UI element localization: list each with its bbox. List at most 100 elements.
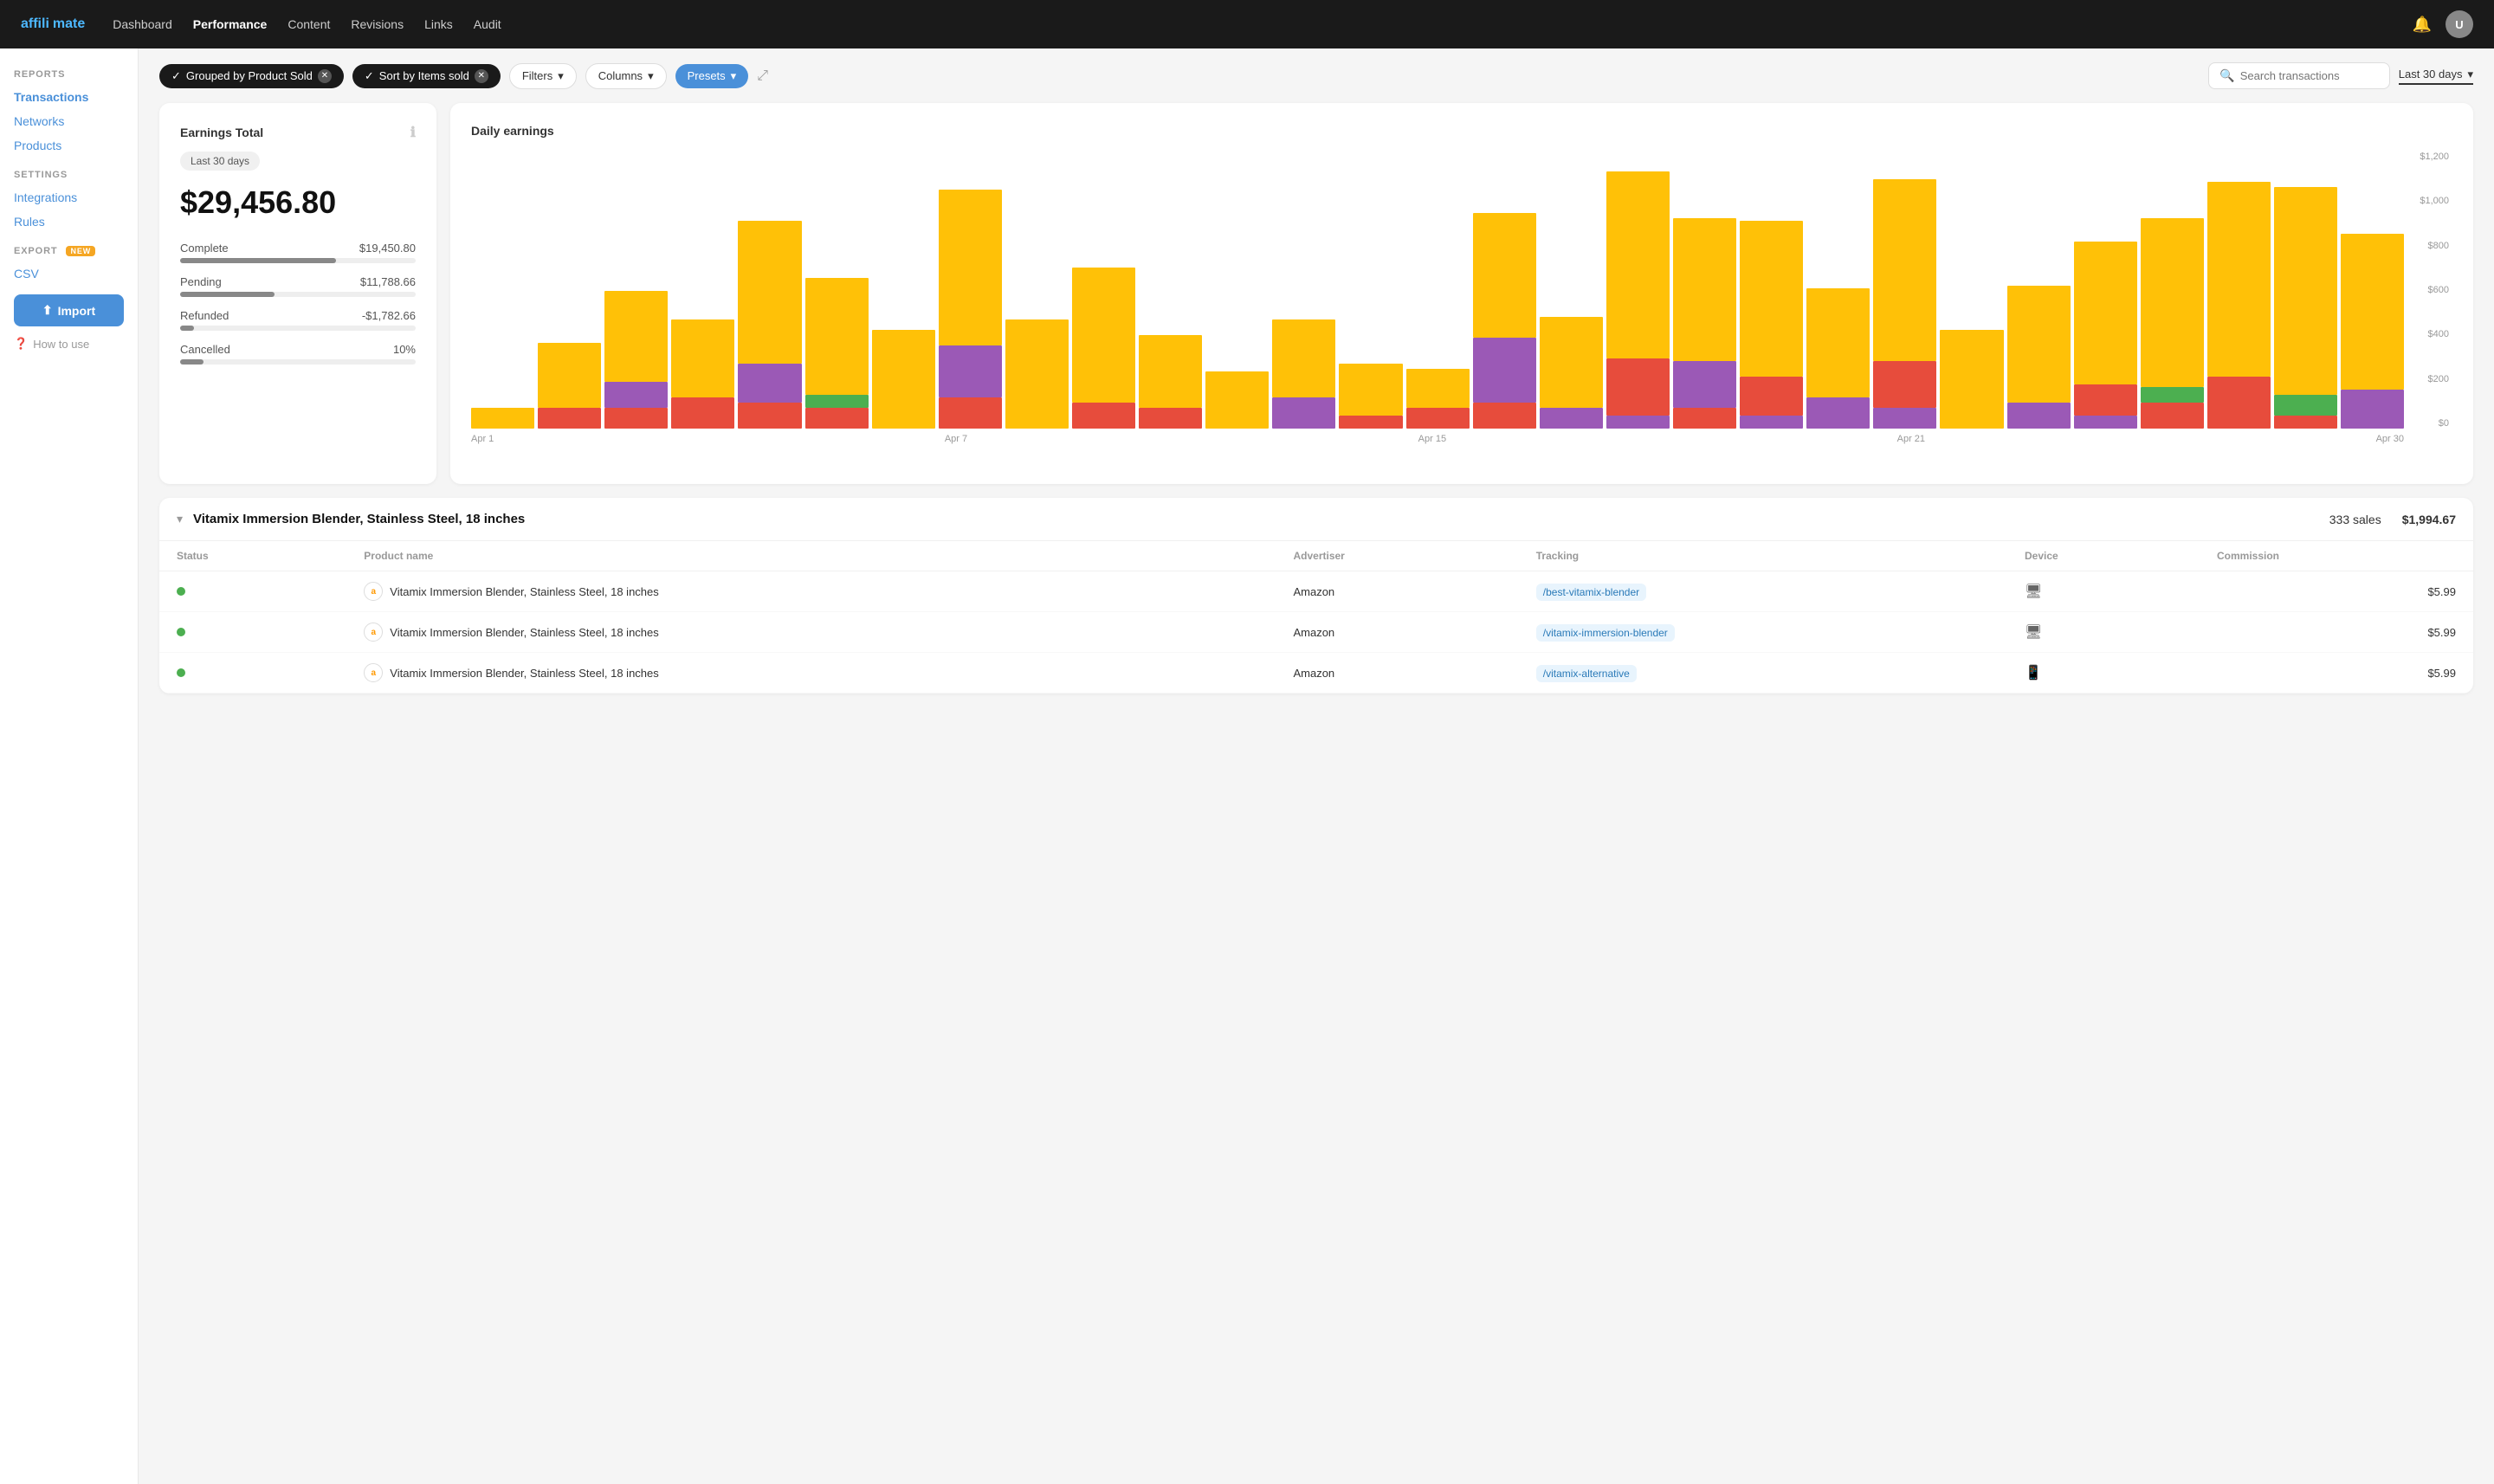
user-avatar[interactable]: U <box>2446 10 2473 38</box>
row-advertiser: Amazon <box>1276 571 1518 612</box>
search-icon: 🔍 <box>2219 68 2234 83</box>
metric-pending-label: Pending <box>180 275 222 288</box>
period-badge: Last 30 days <box>180 152 260 171</box>
bar-col-0 <box>471 152 534 429</box>
metric-refunded-bar-fill <box>180 326 194 331</box>
sort-by-remove-icon[interactable]: ✕ <box>475 69 488 83</box>
info-icon[interactable]: ℹ <box>410 124 416 141</box>
sort-by-chip[interactable]: ✓ Sort by Items sold ✕ <box>352 64 501 88</box>
bar-segment <box>2274 416 2337 429</box>
total-amount: $29,456.80 <box>180 184 416 221</box>
sidebar-item-products[interactable]: Products <box>14 135 124 156</box>
x-label-apr21: Apr 21 <box>1897 434 1925 444</box>
bar-segment <box>1940 330 2003 429</box>
col-header-advertiser: Advertiser <box>1276 541 1518 571</box>
sidebar-item-rules[interactable]: Rules <box>14 211 124 232</box>
chart-title: Daily earnings <box>471 124 2452 138</box>
y-axis-label: $200 <box>2407 374 2449 384</box>
tracking-badge2: /vitamix-immersion-blender <box>1536 624 1675 642</box>
nav-audit[interactable]: Audit <box>474 14 501 35</box>
y-axis-label: $400 <box>2407 329 2449 339</box>
bar-segment <box>604 382 668 408</box>
bar-segment <box>2074 384 2137 416</box>
toolbar: ✓ Grouped by Product Sold ✕ ✓ Sort by It… <box>159 62 2473 89</box>
product-group: ▾ Vitamix Immersion Blender, Stainless S… <box>159 498 2473 694</box>
bar-segment <box>2274 395 2337 416</box>
import-button[interactable]: ⬆ Import <box>14 294 124 326</box>
presets-button[interactable]: Presets ▾ <box>675 64 749 88</box>
status-dot-green3 <box>177 668 185 677</box>
how-to-use-link[interactable]: ❓ How to use <box>14 337 124 351</box>
bar-col-4 <box>738 152 801 429</box>
sidebar: REPORTS Transactions Networks Products S… <box>0 48 139 1484</box>
row-tracking: /best-vitamix-blender <box>1519 571 2007 612</box>
metric-cancelled-label: Cancelled <box>180 343 230 356</box>
sidebar-settings-label: SETTINGS <box>14 170 124 180</box>
x-axis: Apr 1 Apr 7 Apr 15 Apr 21 Apr 30 <box>471 434 2452 444</box>
sidebar-export-label: EXPORT NEW <box>14 246 124 256</box>
filters-button[interactable]: Filters ▾ <box>509 63 577 89</box>
bar-col-19 <box>1740 152 1803 429</box>
x-label-apr30: Apr 30 <box>2376 434 2404 444</box>
bar-segment <box>471 408 534 429</box>
row-tracking: /vitamix-alternative <box>1519 653 2007 694</box>
metric-refunded-bar-bg <box>180 326 416 331</box>
bar-segment <box>738 364 801 403</box>
bar-segment <box>1339 364 1402 416</box>
nav-content[interactable]: Content <box>288 14 330 35</box>
expand-icon[interactable]: ⤢ <box>757 68 768 84</box>
bar-col-17 <box>1606 152 1670 429</box>
sidebar-item-networks[interactable]: Networks <box>14 111 124 132</box>
sidebar-item-csv[interactable]: CSV <box>14 263 124 284</box>
bar-segment <box>1473 338 1536 403</box>
brand-logo[interactable]: affilimate <box>21 16 85 32</box>
earnings-card: Earnings Total ℹ Last 30 days $29,456.80… <box>159 103 436 484</box>
bar-col-25 <box>2141 152 2204 429</box>
commission-amount: $1,994.67 <box>2402 513 2456 526</box>
tracking-badge3: /vitamix-alternative <box>1536 665 1637 682</box>
bar-segment <box>738 403 801 429</box>
product-group-header[interactable]: ▾ Vitamix Immersion Blender, Stainless S… <box>159 498 2473 541</box>
bar-segment <box>1673 361 1736 408</box>
bar-segment <box>805 395 869 408</box>
grouped-by-chip[interactable]: ✓ Grouped by Product Sold ✕ <box>159 64 344 88</box>
bar-segment <box>939 345 1002 397</box>
chart-card: Daily earnings $0$200$400$600$800$1,000$… <box>450 103 2473 484</box>
search-box[interactable]: 🔍 <box>2208 62 2389 89</box>
nav-links[interactable]: Links <box>424 14 453 35</box>
sidebar-item-integrations[interactable]: Integrations <box>14 187 124 208</box>
metric-cancelled: Cancelled 10% <box>180 343 416 365</box>
y-axis-label: $600 <box>2407 285 2449 295</box>
y-axis-label: $1,000 <box>2407 196 2449 206</box>
nav-dashboard[interactable]: Dashboard <box>113 14 172 35</box>
search-input[interactable] <box>2240 69 2379 82</box>
presets-label: Presets <box>688 69 726 82</box>
check-icon2: ✓ <box>365 69 374 83</box>
bar-segment <box>872 330 935 429</box>
brand-name-part1: affili <box>21 16 49 32</box>
bar-segment <box>671 319 734 397</box>
row-advertiser: Amazon <box>1276 653 1518 694</box>
nav-performance[interactable]: Performance <box>193 14 268 35</box>
amazon-icon3: a <box>364 663 383 682</box>
bar-segment <box>1606 416 1670 429</box>
date-range-selector[interactable]: Last 30 days ▾ <box>2399 68 2473 85</box>
columns-button[interactable]: Columns ▾ <box>585 63 667 89</box>
col-header-tracking: Tracking <box>1519 541 2007 571</box>
bar-segment <box>1406 369 1470 408</box>
row-commission: $5.99 <box>2200 653 2473 694</box>
chevron-down-icon2: ▾ <box>648 69 654 83</box>
nav-revisions[interactable]: Revisions <box>351 14 404 35</box>
bar-col-28 <box>2341 152 2404 429</box>
sidebar-item-transactions[interactable]: Transactions <box>14 87 124 107</box>
metric-complete: Complete $19,450.80 <box>180 242 416 263</box>
grouped-by-remove-icon[interactable]: ✕ <box>318 69 332 83</box>
bar-segment <box>2141 387 2204 403</box>
notifications-bell-icon[interactable]: 🔔 <box>2413 16 2432 34</box>
bar-segment <box>538 408 601 429</box>
check-icon: ✓ <box>171 69 181 83</box>
bar-col-10 <box>1139 152 1202 429</box>
bar-col-2 <box>604 152 668 429</box>
amazon-icon: a <box>364 582 383 601</box>
bar-col-6 <box>872 152 935 429</box>
